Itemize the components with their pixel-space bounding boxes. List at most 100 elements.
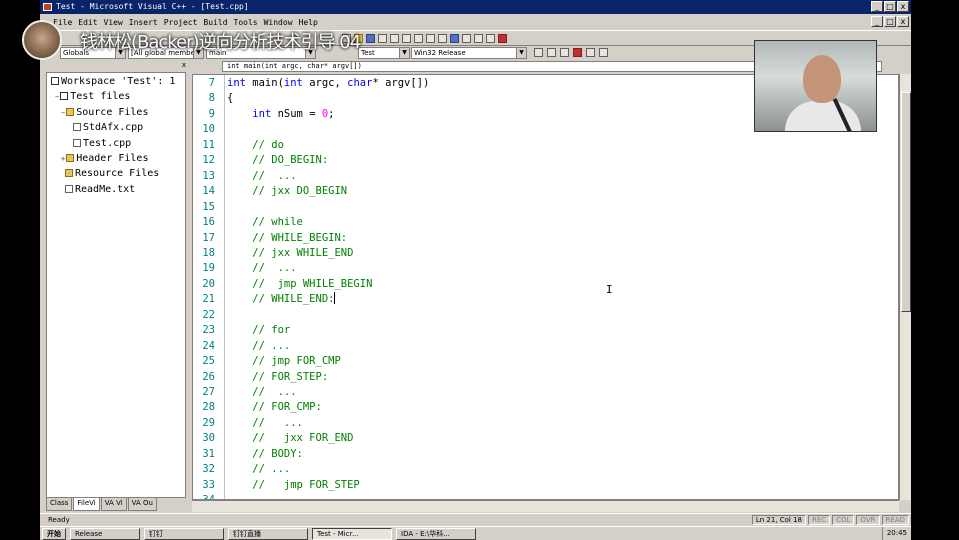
code-text: // for xyxy=(227,323,290,338)
code-text: int nSum = 0; xyxy=(227,107,334,122)
expand-icon[interactable]: + xyxy=(61,155,65,163)
menu-item-edit[interactable]: Edit xyxy=(75,18,100,27)
line-number: 15 xyxy=(202,200,215,213)
code-text: // ... xyxy=(227,416,303,431)
menu-item-tools[interactable]: Tools xyxy=(231,18,261,27)
project-icon xyxy=(60,92,69,101)
paste-icon[interactable] xyxy=(414,34,423,43)
undo-icon[interactable] xyxy=(426,34,435,43)
code-text: // while xyxy=(227,215,303,230)
line-number: 9 xyxy=(208,107,215,120)
tree-item[interactable]: Resource Files xyxy=(65,167,159,181)
scrollbar-thumb[interactable] xyxy=(901,92,911,312)
tree-item[interactable]: − Test files xyxy=(55,90,130,104)
tree-item[interactable]: Workspace 'Test': 1 xyxy=(51,75,175,89)
find-in-files-icon[interactable] xyxy=(486,34,495,43)
code-text: // WHILE_BEGIN: xyxy=(227,231,347,246)
menu-item-help[interactable]: Help xyxy=(296,18,321,27)
workspace-tab[interactable]: VA Ou xyxy=(127,497,157,511)
taskbar-button[interactable]: Test - Micr... xyxy=(312,527,392,540)
tree-item[interactable]: ReadMe.txt xyxy=(65,183,135,197)
code-text: // do xyxy=(227,138,284,153)
chevron-down-icon[interactable]: ▼ xyxy=(516,48,526,58)
save-icon[interactable] xyxy=(366,34,375,43)
code-text: // jxx FOR_END xyxy=(227,431,353,446)
keyword-token: int xyxy=(227,77,246,89)
doc-close-button[interactable]: x xyxy=(897,16,909,27)
build-icon[interactable] xyxy=(547,48,556,57)
code-text: // FOR_STEP: xyxy=(227,370,328,385)
webcam-person-head xyxy=(803,55,841,103)
output-icon[interactable] xyxy=(462,34,471,43)
go-icon[interactable] xyxy=(586,48,595,57)
code-editor[interactable]: 7 int main(int argc, char* argv[]) 8{9 int… xyxy=(192,74,899,500)
comment-token: // WHILE_END: xyxy=(227,293,335,306)
workspace-tab[interactable]: FileVi xyxy=(73,497,100,511)
project-combo-value: Test xyxy=(361,49,375,57)
workspace-icon[interactable] xyxy=(450,34,459,43)
menu-item-window[interactable]: Window xyxy=(261,18,296,27)
menu-item-view[interactable]: View xyxy=(101,18,126,27)
compile-icon[interactable] xyxy=(534,48,543,57)
workspace-tab[interactable]: Class xyxy=(46,497,73,511)
tree-item[interactable]: StdAfx.cpp xyxy=(73,121,143,135)
folder-icon xyxy=(66,107,75,116)
search-icon[interactable] xyxy=(498,34,507,43)
breakpoint-icon[interactable] xyxy=(599,48,608,57)
line-number: 34 xyxy=(193,493,215,499)
save-all-icon[interactable] xyxy=(378,34,387,43)
line-number: 19 xyxy=(202,262,215,275)
close-icon[interactable]: x xyxy=(182,61,186,69)
window-list-icon[interactable] xyxy=(474,34,483,43)
doc-restore-button[interactable]: □ xyxy=(884,16,896,27)
taskbar-button[interactable]: Release xyxy=(70,527,140,540)
workspace-tabs: Class FileVi VA Vi VA Ou xyxy=(46,497,186,511)
code-text: // BODY: xyxy=(227,447,303,462)
horizontal-scrollbar[interactable] xyxy=(192,500,899,512)
vertical-scrollbar[interactable] xyxy=(899,74,911,500)
code-token: argc, xyxy=(302,77,348,89)
taskbar-button[interactable]: IDA - E:\华科... xyxy=(396,527,476,540)
menu-item-build[interactable]: Build xyxy=(200,18,230,27)
status-bar: Ready Ln 21, Col 18 REC COL OVR READ xyxy=(40,513,911,525)
code-text: // ... xyxy=(227,169,297,184)
code-text: // DO_BEGIN: xyxy=(227,153,328,168)
menu-bar: File Edit View Insert Project Build Tools Windo… xyxy=(40,15,911,29)
collapse-icon[interactable]: − xyxy=(61,109,65,117)
menu-item-insert[interactable]: Insert xyxy=(126,18,161,27)
copy-icon[interactable] xyxy=(402,34,411,43)
project-combo[interactable]: Test ▼ xyxy=(358,47,410,59)
taskbar-button[interactable]: 钉钉直播 xyxy=(228,527,308,540)
comment-token: // jmp FOR_STEP xyxy=(227,478,360,491)
video-watermark: 钱林松(Backer)逆向分析技术引导 04 xyxy=(80,32,361,53)
workspace-tab[interactable]: VA Vi xyxy=(100,497,127,511)
line-number: 30 xyxy=(202,432,215,445)
cut-icon[interactable] xyxy=(390,34,399,43)
execute-icon[interactable] xyxy=(573,48,582,57)
code-text: { xyxy=(227,91,233,106)
maximize-button[interactable]: □ xyxy=(884,1,896,12)
minimize-button[interactable]: _ xyxy=(871,1,883,12)
close-button[interactable]: x xyxy=(897,1,909,12)
comment-token: // jxx WHILE_END xyxy=(227,246,354,259)
status-indicator-read: READ xyxy=(881,515,909,525)
comment-token: // ... xyxy=(227,169,297,182)
menu-item-project[interactable]: Project xyxy=(161,18,201,27)
tree-item[interactable]: + Header Files xyxy=(61,152,148,166)
title-bar: Test - Microsoft Visual C++ - [Test.cpp]… xyxy=(40,0,911,14)
stop-build-icon[interactable] xyxy=(560,48,569,57)
start-button[interactable]: 开始 xyxy=(42,527,66,540)
line-number: 26 xyxy=(202,370,215,383)
tree-item[interactable]: − Source Files xyxy=(61,106,148,120)
app-icon xyxy=(43,3,52,11)
chevron-down-icon[interactable]: ▼ xyxy=(399,48,409,58)
build-config-combo[interactable]: Win32 Release ▼ xyxy=(411,47,527,59)
collapse-icon[interactable]: − xyxy=(55,93,59,101)
cursor-position: Ln 21, Col 18 xyxy=(751,515,806,525)
doc-minimize-button[interactable]: _ xyxy=(871,16,883,27)
redo-icon[interactable] xyxy=(438,34,447,43)
tree-item-label: ReadMe.txt xyxy=(75,183,136,195)
tree-item[interactable]: Test.cpp xyxy=(73,137,131,151)
taskbar-button[interactable]: 钉钉 xyxy=(144,527,224,540)
tree-item-label: StdAfx.cpp xyxy=(83,122,144,134)
